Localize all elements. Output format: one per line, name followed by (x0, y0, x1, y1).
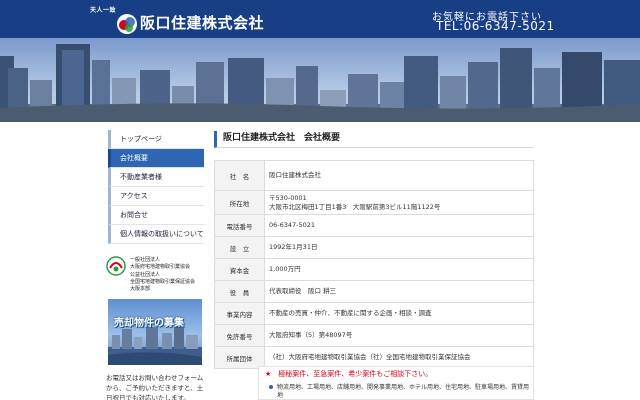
table-row: 資本金 1,000万円 (214, 258, 534, 281)
row-value: 〒530-0001 大阪市北区梅田1丁目1番3 大阪駅前第3ビル11階1122号 (264, 190, 534, 215)
row-label: 設 立 (214, 236, 265, 259)
side-note: お電話又はお問い合わせフォームから、ご予約いただきますと、土日祝日でも対応いたし… (106, 374, 204, 400)
nav-item-label: アクセス (120, 192, 148, 200)
special-cases-notice: ★ 極秘案件、至急案件、希少案件もご相談下さい。 物流用地、工場用地、店舗用地、… (258, 366, 534, 400)
side-nav: トップページ 会社概要 不動産業者様 アクセス お問合せ 個人情報の取扱いについ… (108, 130, 204, 244)
row-label: 役 員 (214, 280, 265, 303)
association-logo[interactable]: 一般社団法人 大阪府宅地建物取引業協会 公益社団法人 全国宅地建物取引業保証協会… (106, 254, 206, 294)
association-line-4: 全国宅地建物取引業保証協会 (130, 279, 196, 285)
row-value: 1992年1月31日 (264, 236, 534, 259)
row-label: 資本金 (214, 258, 265, 281)
property-sale-banner[interactable]: 売却物件の募集 (108, 299, 202, 365)
association-line-2: 大阪府宅地建物取引業協会 (130, 264, 191, 270)
bullet-icon (269, 385, 273, 389)
nav-item-label: 不動産業者様 (120, 173, 162, 181)
nav-item-privacy[interactable]: 個人情報の取扱いについて (108, 225, 204, 244)
company-logo[interactable]: 天人一致 阪口住建株式会社 (90, 3, 290, 37)
nav-item-real-estate-agents[interactable]: 不動産業者様 (108, 168, 204, 187)
nav-item-top-page[interactable]: トップページ (108, 130, 204, 149)
row-label: 所属団体 (214, 346, 265, 369)
table-row: 所在地 〒530-0001 大阪市北区梅田1丁目1番3 大阪駅前第3ビル11階1… (214, 190, 534, 215)
row-label: 免許番号 (214, 324, 265, 347)
city-banner-image (0, 38, 640, 122)
association-line-3: 公益社団法人 (130, 272, 161, 278)
company-info-table: 社 名 阪口住建株式会社 所在地 〒530-0001 大阪市北区梅田1丁目1番3… (214, 160, 534, 369)
association-emblem-icon (106, 256, 126, 276)
row-label: 電話番号 (214, 214, 265, 237)
row-label: 事業内容 (214, 302, 265, 325)
association-line-5: 大阪本部 (130, 286, 151, 292)
skyline-illustration (0, 44, 640, 122)
logo-mark-icon (117, 14, 137, 34)
row-value: 1,000万円 (264, 258, 534, 281)
site-header: 天人一致 阪口住建株式会社 お気軽にお電話下さい TEL:06-6347-502… (0, 0, 640, 38)
nav-item-label: 個人情報の取扱いについて (120, 230, 204, 238)
page-title: 阪口住建株式会社 会社概要 (214, 131, 534, 148)
company-name: 阪口住建株式会社 (140, 14, 265, 32)
table-row: 免許番号 大阪府知事（5）第48097号 (214, 324, 534, 347)
row-value: 阪口住建株式会社 (264, 160, 534, 191)
sale-banner-title: 売却物件の募集 (114, 318, 184, 329)
header-phone[interactable]: TEL:06-6347-5021 (436, 19, 555, 33)
association-line-1: 一般社団法人 (130, 257, 161, 263)
nav-item-access[interactable]: アクセス (108, 187, 204, 206)
row-value: 大阪府知事（5）第48097号 (264, 324, 534, 347)
logo-tagline: 天人一致 (90, 7, 117, 14)
row-label: 所在地 (214, 190, 265, 215)
table-row: 社 名 阪口住建株式会社 (214, 160, 534, 191)
row-value: 不動産の売買・仲介、不動産に関する企画・相談・調査 (264, 302, 534, 325)
table-row: 設 立 1992年1月31日 (214, 236, 534, 259)
nav-item-label: お問合せ (120, 211, 148, 219)
sale-banner-skyline (108, 325, 202, 365)
table-row: 電話番号 06-6347-5021 (214, 214, 534, 237)
nav-item-label: トップページ (120, 135, 162, 143)
row-label: 社 名 (214, 160, 265, 191)
nav-item-contact[interactable]: お問合せ (108, 206, 204, 225)
notice-body: 物流用地、工場用地、店舗用地、開発事業用地、ホテル用地、住宅用地、駐車場用地、賃… (277, 384, 530, 399)
table-row: 役 員 代表取締役 阪口 耕三 (214, 280, 534, 303)
row-value: 代表取締役 阪口 耕三 (264, 280, 534, 303)
nav-item-company-profile[interactable]: 会社概要 (108, 149, 204, 168)
row-value: 06-6347-5021 (264, 214, 534, 237)
table-row: 事業内容 不動産の売買・仲介、不動産に関する企画・相談・調査 (214, 302, 534, 325)
notice-heading: ★ 極秘案件、至急案件、希少案件もご相談下さい。 (265, 370, 433, 378)
nav-item-label: 会社概要 (120, 154, 148, 162)
